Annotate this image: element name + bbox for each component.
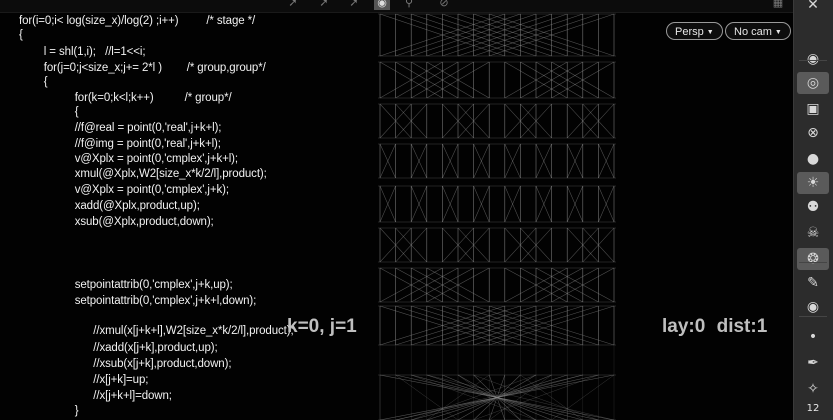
code-line: } bbox=[19, 405, 79, 417]
iteration-label: k=0, j=1 bbox=[287, 316, 357, 337]
tool-shelf: ✕ ◉ ◎ ▣ ⊗ ● ☀ ⚉ ☠ ❂ ✎ ◉ • ✒ ✧ 12 bbox=[793, 0, 833, 420]
code-line: //xadd(x[j+k],product,up); bbox=[19, 342, 218, 354]
shelf-separator bbox=[799, 316, 827, 317]
skull-icon[interactable]: ☠ bbox=[797, 222, 829, 244]
camera-select-button[interactable]: No cam ▼ bbox=[725, 22, 791, 40]
paint-icon[interactable]: ✎ bbox=[797, 272, 829, 294]
chevron-down-icon: ▼ bbox=[774, 29, 782, 36]
brush-icon[interactable]: ✒ bbox=[797, 352, 829, 374]
code-line: //x[j+k]=up; bbox=[19, 374, 149, 386]
pin-icon[interactable]: ⚉ bbox=[797, 196, 829, 218]
code-line: setpointattrib(0,'cmplex',j+k+l,down); bbox=[19, 295, 257, 307]
code-line: l = shl(1,i); //l=1<<i; bbox=[19, 46, 146, 58]
camera-view-label: Persp bbox=[675, 26, 704, 38]
code-line: v@Xplx = point(0,'cmplex',j+k); bbox=[19, 184, 229, 196]
shelf-separator bbox=[799, 60, 827, 61]
snap-icon[interactable]: ⊗ bbox=[797, 122, 829, 144]
layer-distance-label: lay:0 dist:1 bbox=[662, 316, 768, 337]
lock-icon[interactable]: ▣ bbox=[797, 98, 829, 120]
code-line: xmul(@Xplx,W2[size_x*k/2/l],product); bbox=[19, 168, 267, 180]
code-line: for(j=0;j<size_x;j+= 2*l ) /* group,grou… bbox=[19, 62, 266, 74]
chevron-down-icon: ▼ bbox=[706, 29, 714, 36]
stop-icon[interactable]: ⊘ bbox=[436, 0, 452, 10]
camera-select-label: No cam bbox=[734, 26, 772, 38]
code-line: //x[j+k+l]=down; bbox=[19, 390, 172, 402]
layout-icon[interactable]: ▦ bbox=[770, 0, 786, 10]
code-line: v@Xplx = point(0,'cmplex',j+k+l); bbox=[19, 153, 238, 165]
vex-code-overlay: for(i=0;i< log(size_x)/log(2) ;i++) /* s… bbox=[0, 0, 420, 420]
code-line: xadd(@Xplx,product,up); bbox=[19, 200, 200, 212]
sphere-icon[interactable]: ● bbox=[797, 148, 829, 170]
wand-icon[interactable]: ✧ bbox=[797, 378, 829, 400]
code-line: setpointattrib(0,'cmplex',j+k,up); bbox=[19, 279, 233, 291]
code-line: //f@real = point(0,'real',j+k+l); bbox=[19, 122, 222, 134]
handle-icon[interactable]: ◉ bbox=[797, 48, 829, 70]
code-line: //xsub(x[j+k],product,down); bbox=[19, 358, 232, 370]
soccer-ball-icon[interactable]: ❂ bbox=[797, 248, 829, 270]
light-icon[interactable]: ☀ bbox=[797, 172, 829, 194]
shelf-counter: 12 bbox=[806, 403, 820, 414]
close-icon[interactable]: ✕ bbox=[797, 0, 829, 16]
code-line: { bbox=[19, 106, 79, 118]
code-line: //f@img = point(0,'real',j+k+l); bbox=[19, 138, 221, 150]
code-line: for(i=0;i< log(size_x)/log(2) ;i++) /* s… bbox=[19, 15, 256, 27]
code-line: { bbox=[19, 29, 23, 41]
shelf-separator bbox=[799, 262, 827, 263]
ghost-icon[interactable]: ◎ bbox=[797, 72, 829, 94]
3d-viewport[interactable]: ➚ ➚ ➚ ◉ ⚲ ⊘ ▦ for(i=0;i< log(size_x)/log… bbox=[0, 0, 793, 420]
code-line: { bbox=[19, 76, 48, 88]
eye-icon[interactable]: ◉ bbox=[797, 296, 829, 318]
camera-view-button[interactable]: Persp ▼ bbox=[666, 22, 723, 40]
code-line: //xmul(x[j+k+l],W2[size_x*k/2/l],product… bbox=[19, 325, 294, 337]
code-line: for(k=0;k<l;k++) /* group*/ bbox=[19, 92, 232, 104]
code-line: xsub(@Xplx,product,down); bbox=[19, 216, 214, 228]
dot-icon[interactable]: • bbox=[797, 326, 829, 348]
